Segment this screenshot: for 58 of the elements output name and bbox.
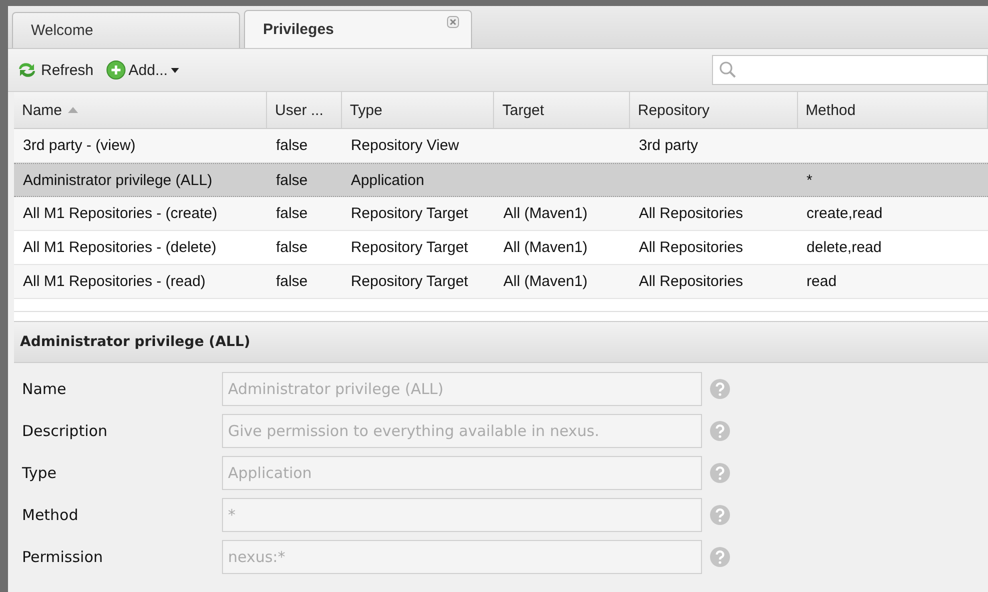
help-icon[interactable] — [710, 379, 730, 399]
sort-ascending-icon — [68, 107, 78, 113]
table-cell-text: All Repositories — [638, 204, 744, 224]
table-cell-text: delete,read — [806, 238, 883, 258]
search-field[interactable] — [712, 55, 988, 85]
table-cell-text: * — [806, 170, 814, 190]
field-label: Description — [22, 422, 108, 440]
table-cell-text: Repository Target — [350, 238, 470, 258]
help-icon[interactable] — [710, 421, 730, 441]
table-cell-text: Repository View — [350, 136, 460, 156]
table-cell-text: All M1 Repositories - (read) — [22, 272, 207, 292]
column-header[interactable]: Method — [798, 92, 988, 128]
table-cell-text: false — [274, 170, 309, 190]
table-cell-text: create,read — [806, 204, 884, 224]
table-cell-text: All Repositories — [638, 272, 744, 292]
help-icon[interactable] — [710, 505, 730, 525]
table-row[interactable]: All M1 Repositories - (create) false Repository Target All (Maven1) All Repositories create,read — [14, 197, 988, 231]
table-cell-text: Administrator privilege (ALL) — [22, 170, 214, 190]
add-icon — [106, 60, 126, 80]
tab[interactable]: Welcome — [12, 12, 240, 48]
column-header[interactable]: Target — [494, 92, 630, 128]
table-cell-text: 3rd party — [638, 136, 700, 156]
field-label: Permission — [22, 548, 104, 566]
column-header[interactable]: Type — [342, 92, 494, 128]
refresh-button[interactable]: Refresh — [14, 58, 96, 82]
table-cell-text: read — [806, 272, 838, 292]
field-label: Type — [22, 464, 58, 482]
table-cell-text: false — [274, 272, 309, 292]
table-cell-text: All (Maven1) — [502, 204, 589, 224]
table-cell-text: Repository Target — [350, 272, 470, 292]
column-header[interactable]: Name — [14, 92, 268, 128]
table-row[interactable]: All M1 Repositories - (read) false Repository Target All (Maven1) All Repositories read — [14, 265, 988, 299]
table-cell-text: All M1 Repositories - (create) — [22, 204, 218, 224]
table-cell-text: All (Maven1) — [502, 272, 589, 292]
refresh-icon — [16, 60, 38, 80]
table-cell-text: Application — [350, 170, 426, 190]
table-cell-text: Repository Target — [350, 204, 470, 224]
table-cell-text: All (Maven1) — [502, 238, 589, 258]
table-cell-text: All M1 Repositories - (delete) — [22, 238, 218, 258]
search-icon — [719, 61, 737, 79]
tab[interactable]: Privileges — [244, 10, 472, 48]
table-row[interactable]: 3rd party - (view) false Repository View 3rd party — [14, 129, 988, 163]
table-cell-text: All Repositories — [638, 238, 744, 258]
table-cell-text: false — [274, 136, 309, 156]
close-icon[interactable] — [447, 16, 459, 28]
table-cell-text: false — [274, 238, 309, 258]
panel-title: Administrator privilege (ALL) — [14, 321, 988, 363]
table-row[interactable]: Administrator privilege (ALL) false Application * — [14, 163, 988, 197]
table-cell-text: 3rd party - (view) — [22, 136, 137, 156]
column-header[interactable]: Repository — [630, 92, 798, 128]
table-cell-text: false — [274, 204, 309, 224]
caret-icon — [170, 68, 179, 72]
field-label: Method — [22, 506, 80, 524]
add-button[interactable]: Add... — [104, 58, 181, 82]
field-label: Name — [22, 380, 68, 398]
help-icon[interactable] — [710, 547, 730, 567]
column-header[interactable]: User ... — [267, 92, 342, 128]
help-icon[interactable] — [710, 463, 730, 483]
